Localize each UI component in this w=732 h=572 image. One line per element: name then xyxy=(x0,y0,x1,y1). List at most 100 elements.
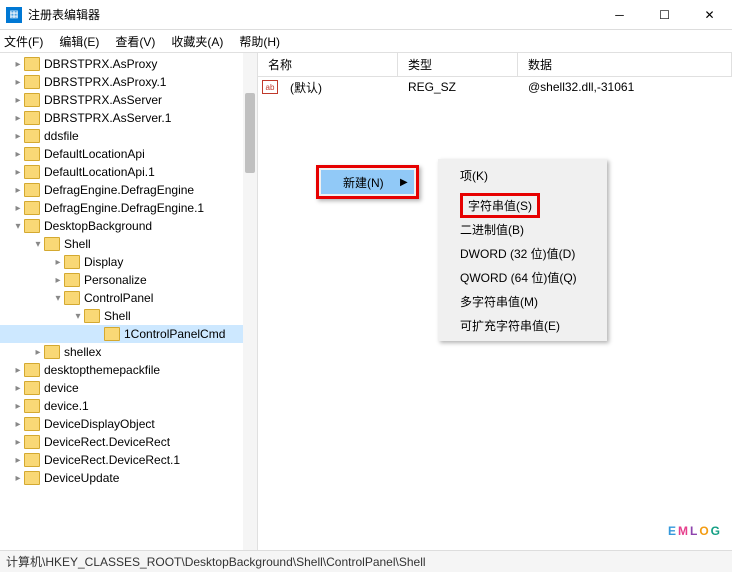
maximize-button[interactable]: ☐ xyxy=(642,0,687,30)
tree-item[interactable]: ▸DBRSTPRX.AsProxy.1 xyxy=(0,73,257,91)
arrow-collapsed-icon[interactable]: ▸ xyxy=(52,275,64,286)
tree-item[interactable]: 1ControlPanelCmd xyxy=(0,325,257,343)
data-pane: 名称 类型 数据 ab (默认) REG_SZ @shell32.dll,-31… xyxy=(258,53,732,550)
tree-item[interactable]: ▸ ddsfile xyxy=(0,127,257,145)
tree-item[interactable]: ▸DeviceRect.DeviceRect xyxy=(0,433,257,451)
ctx-dword[interactable]: DWORD (32 位)值(D) xyxy=(438,241,607,265)
arrow-collapsed-icon[interactable]: ▸ xyxy=(12,95,24,106)
arrow-collapsed-icon[interactable]: ▸ xyxy=(12,113,24,124)
folder-icon xyxy=(24,75,40,89)
tree-item[interactable]: ▸DBRSTPRX.AsServer.1 xyxy=(0,109,257,127)
tree-item[interactable]: ▸ DBRSTPRX.AsServer xyxy=(0,91,257,109)
col-name[interactable]: 名称 xyxy=(258,53,398,76)
arrow-collapsed-icon[interactable]: ▸ xyxy=(32,347,44,358)
scrollbar-vertical[interactable] xyxy=(243,53,257,550)
folder-icon xyxy=(24,417,40,431)
tree-item[interactable]: ▸ DBRSTPRX.AsProxy xyxy=(0,55,257,73)
ctx-qword[interactable]: QWORD (64 位)值(Q) xyxy=(438,265,607,289)
tree-item[interactable]: ▾ControlPanel xyxy=(0,289,257,307)
folder-icon xyxy=(24,57,40,71)
ctx-new[interactable]: 新建(N) ▶ xyxy=(321,170,414,194)
folder-icon xyxy=(64,291,80,305)
folder-icon xyxy=(24,471,40,485)
tree-item[interactable]: ▸Display xyxy=(0,253,257,271)
arrow-collapsed-icon[interactable]: ▸ xyxy=(12,59,24,70)
arrow-expanded-icon[interactable]: ▾ xyxy=(32,239,44,250)
arrow-collapsed-icon[interactable]: ▸ xyxy=(12,365,24,376)
menu-file[interactable]: 文件(F) xyxy=(4,33,43,50)
cell-type: REG_SZ xyxy=(398,80,518,94)
tree-pane[interactable]: ▸DBRSTPRX.AsProxy▸DBRSTPRX.AsProxy.1▸DBR… xyxy=(0,53,258,550)
menu-edit[interactable]: 编辑(E) xyxy=(59,33,99,50)
folder-icon xyxy=(24,363,40,377)
arrow-collapsed-icon[interactable]: ▸ xyxy=(12,185,24,196)
menu-view[interactable]: 查看(V) xyxy=(115,33,155,50)
close-button[interactable]: ✕ xyxy=(687,0,732,30)
tree-item-label: DeviceDisplayObject xyxy=(44,417,155,431)
statusbar: 计算机\HKEY_CLASSES_ROOT\DesktopBackground\… xyxy=(0,550,732,572)
tree-item[interactable]: ▾ DesktopBackground xyxy=(0,217,257,235)
arrow-collapsed-icon[interactable]: ▸ xyxy=(12,383,24,394)
ctx-multi[interactable]: 多字符串值(M) xyxy=(438,289,607,313)
arrow-expanded-icon[interactable]: ▾ xyxy=(72,311,84,322)
tree-item-label: device.1 xyxy=(44,399,89,413)
tree-item-label: desktopthemepackfile xyxy=(44,363,160,377)
tree-item[interactable]: ▸ device.1 xyxy=(0,397,257,415)
folder-icon xyxy=(84,309,100,323)
ctx-key[interactable]: 项(K) xyxy=(438,163,607,187)
arrow-expanded-icon[interactable]: ▾ xyxy=(12,221,24,232)
arrow-collapsed-icon[interactable]: ▸ xyxy=(12,203,24,214)
tree-item[interactable]: ▸DefaultLocationApi.1 xyxy=(0,163,257,181)
arrow-expanded-icon[interactable]: ▾ xyxy=(52,293,64,304)
arrow-collapsed-icon[interactable]: ▸ xyxy=(12,167,24,178)
tree-item[interactable]: ▾Shell xyxy=(0,307,257,325)
tree-item-label: device xyxy=(44,381,79,395)
tree-item-label: DBRSTPRX.AsProxy xyxy=(44,57,157,71)
folder-icon xyxy=(44,237,60,251)
tree-item-label: DefragEngine.DefragEngine.1 xyxy=(44,201,204,215)
folder-icon xyxy=(24,183,40,197)
tree-item[interactable]: ▸ desktopthemepackfile xyxy=(0,361,257,379)
data-row[interactable]: ab (默认) REG_SZ @shell32.dll,-31061 xyxy=(258,77,732,97)
tree-item[interactable]: ▸ shellex xyxy=(0,343,257,361)
arrow-collapsed-icon[interactable]: ▸ xyxy=(12,131,24,142)
status-path: 计算机\HKEY_CLASSES_ROOT\DesktopBackground\… xyxy=(6,553,426,570)
tree-item[interactable]: ▸ DefaultLocationApi xyxy=(0,145,257,163)
arrow-collapsed-icon[interactable]: ▸ xyxy=(12,401,24,412)
folder-icon xyxy=(64,255,80,269)
arrow-collapsed-icon[interactable]: ▸ xyxy=(12,149,24,160)
arrow-collapsed-icon[interactable]: ▸ xyxy=(12,419,24,430)
col-data[interactable]: 数据 xyxy=(518,53,732,76)
cell-name: (默认) xyxy=(280,79,398,96)
menu-help[interactable]: 帮助(H) xyxy=(239,33,280,50)
app-icon: ▦ xyxy=(6,7,22,23)
arrow-collapsed-icon[interactable]: ▸ xyxy=(12,455,24,466)
ctx-string[interactable]: 字符串值(S) xyxy=(438,193,607,217)
col-type[interactable]: 类型 xyxy=(398,53,518,76)
tree-item-label: DBRSTPRX.AsServer xyxy=(44,93,162,107)
tree-item[interactable]: ▸DefragEngine.DefragEngine xyxy=(0,181,257,199)
folder-icon xyxy=(24,435,40,449)
ctx-binary[interactable]: 二进制值(B) xyxy=(438,217,607,241)
tree-item-label: DefaultLocationApi xyxy=(44,147,145,161)
tree-item[interactable]: ▸DeviceRect.DeviceRect.1 xyxy=(0,451,257,469)
menubar: 文件(F) 编辑(E) 查看(V) 收藏夹(A) 帮助(H) xyxy=(0,30,732,52)
tree-item[interactable]: ▸ DefragEngine.DefragEngine.1 xyxy=(0,199,257,217)
tree-item[interactable]: ▸DeviceUpdate xyxy=(0,469,257,487)
tree-item[interactable]: ▸Personalize xyxy=(0,271,257,289)
menu-fav[interactable]: 收藏夹(A) xyxy=(171,33,223,50)
minimize-button[interactable]: ─ xyxy=(597,0,642,30)
arrow-collapsed-icon[interactable]: ▸ xyxy=(12,437,24,448)
tree-item[interactable]: ▸ device xyxy=(0,379,257,397)
arrow-collapsed-icon[interactable]: ▸ xyxy=(12,77,24,88)
arrow-collapsed-icon[interactable]: ▸ xyxy=(52,257,64,268)
arrow-collapsed-icon[interactable]: ▸ xyxy=(12,473,24,484)
tree-item-label: ddsfile xyxy=(44,129,79,143)
tree-item[interactable]: ▸ DeviceDisplayObject xyxy=(0,415,257,433)
scrollbar-thumb[interactable] xyxy=(245,93,255,173)
tree-item-label: DesktopBackground xyxy=(44,219,152,233)
tree-item-label: shellex xyxy=(64,345,101,359)
context-submenu: 项(K) 字符串值(S) 二进制值(B) DWORD (32 位)值(D) QW… xyxy=(438,159,607,341)
tree-item[interactable]: ▾Shell xyxy=(0,235,257,253)
ctx-expand[interactable]: 可扩充字符串值(E) xyxy=(438,313,607,337)
